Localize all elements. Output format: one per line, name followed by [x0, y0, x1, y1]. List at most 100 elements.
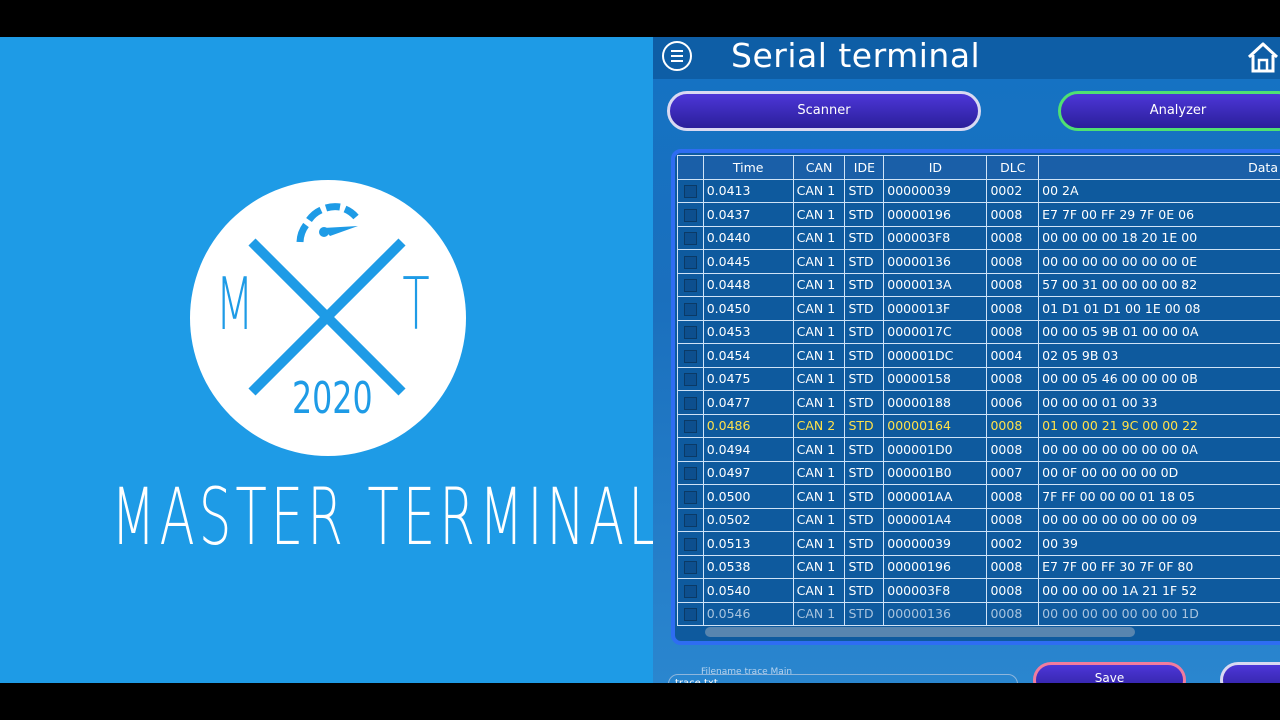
col-header-id[interactable]: ID	[883, 155, 988, 180]
row-select-cell	[677, 578, 704, 603]
save-button[interactable]: Save	[1033, 662, 1186, 683]
cell-time: 0.0486	[702, 413, 794, 438]
row-checkbox[interactable]	[683, 185, 697, 199]
row-checkbox[interactable]	[683, 302, 697, 316]
cell-dlc: 0008	[986, 554, 1040, 579]
row-checkbox[interactable]	[683, 279, 697, 293]
row-checkbox[interactable]	[683, 443, 697, 457]
row-checkbox[interactable]	[683, 326, 697, 340]
table-row[interactable]: 0.0513 CAN 1 STD 00000039 0002 00 39	[677, 531, 1280, 556]
logo-year: 2020	[292, 373, 373, 424]
horizontal-scrollbar[interactable]	[705, 627, 1135, 637]
cell-time: 0.0448	[702, 272, 794, 297]
table-row[interactable]: 0.0440 CAN 1 STD 000003F8 0008 00 00 00 00 18…	[677, 225, 1280, 250]
table-row[interactable]: 0.0500 CAN 1 STD 000001AA 0008 7F FF 00 00 00…	[677, 484, 1280, 509]
table-row[interactable]: 0.0453 CAN 1 STD 0000017C 0008 00 00 05 9B 01…	[677, 319, 1280, 344]
row-checkbox[interactable]	[683, 537, 697, 551]
cell-time: 0.0437	[702, 202, 794, 227]
table-row[interactable]: 0.0494 CAN 1 STD 000001D0 0008 00 00 00 00 00…	[677, 437, 1280, 462]
cell-can: CAN 1	[792, 507, 846, 532]
row-checkbox[interactable]	[683, 396, 697, 410]
row-checkbox[interactable]	[683, 373, 697, 387]
can-trace-table[interactable]: Time CAN IDE ID DLC Data 0.0413 CAN 1 STD 0…	[671, 149, 1280, 645]
cell-data: 00 00 05 9B 01 00 00 0A	[1038, 319, 1280, 344]
cell-time: 0.0538	[702, 554, 794, 579]
col-header-ide[interactable]: IDE	[844, 155, 885, 180]
table-row[interactable]: 0.0454 CAN 1 STD 000001DC 0004 02 05 9B 03	[677, 343, 1280, 368]
cell-can: CAN 1	[792, 531, 846, 556]
cell-time: 0.0494	[702, 437, 794, 462]
table-row[interactable]: 0.0538 CAN 1 STD 00000196 0008 E7 7F 00 FF 30…	[677, 554, 1280, 579]
cell-can: CAN 1	[792, 578, 846, 603]
cell-id: 0000013F	[883, 296, 988, 321]
table-row[interactable]: 0.0450 CAN 1 STD 0000013F 0008 01 D1 01 D1 00…	[677, 296, 1280, 321]
title-bar: Serial terminal	[653, 37, 1280, 79]
table-row[interactable]: 0.0502 CAN 1 STD 000001A4 0008 00 00 00 00 00…	[677, 507, 1280, 532]
cell-dlc: 0008	[986, 296, 1040, 321]
cell-id: 000001AA	[883, 484, 988, 509]
cell-ide: STD	[844, 460, 885, 485]
table-row[interactable]: 0.0475 CAN 1 STD 00000158 0008 00 00 05 46 00…	[677, 366, 1280, 391]
row-checkbox[interactable]	[683, 232, 697, 246]
scanner-button[interactable]: Scanner	[667, 91, 981, 131]
row-checkbox[interactable]	[683, 514, 697, 528]
cell-data: 00 0F 00 00 00 00 0D	[1038, 460, 1280, 485]
col-header-time[interactable]: Time	[702, 155, 794, 180]
row-select-cell	[677, 202, 704, 227]
filename-input[interactable]: trace.txt	[668, 674, 1018, 683]
cell-can: CAN 1	[792, 390, 846, 415]
table-row[interactable]: 0.0486 CAN 2 STD 00000164 0008 01 00 00 21 9C…	[677, 413, 1280, 438]
col-header-data[interactable]: Data	[1038, 155, 1280, 180]
trace-table: Time CAN IDE ID DLC Data 0.0413 CAN 1 STD 0…	[677, 155, 1280, 626]
col-header-dlc[interactable]: DLC	[986, 155, 1040, 180]
cell-ide: STD	[844, 554, 885, 579]
row-checkbox[interactable]	[683, 490, 697, 504]
row-checkbox[interactable]	[683, 584, 697, 598]
cell-data: 00 00 00 00 18 20 1E 00	[1038, 225, 1280, 250]
row-select-cell	[677, 366, 704, 391]
home-icon[interactable]	[1245, 39, 1280, 75]
hamburger-circle-icon[interactable]	[662, 41, 692, 71]
row-select-cell	[677, 249, 704, 274]
row-checkbox[interactable]	[683, 420, 697, 434]
table-row[interactable]: 0.0477 CAN 1 STD 00000188 0006 00 00 00 01 00…	[677, 390, 1280, 415]
row-select-cell	[677, 225, 704, 250]
cell-id: 000001A4	[883, 507, 988, 532]
row-checkbox[interactable]	[683, 467, 697, 481]
logo-letter-t: T	[402, 262, 430, 346]
cell-can: CAN 1	[792, 272, 846, 297]
row-checkbox[interactable]	[683, 208, 697, 222]
letterbox-bottom	[0, 683, 1280, 720]
table-row[interactable]: 0.0437 CAN 1 STD 00000196 0008 E7 7F 00 FF 29…	[677, 202, 1280, 227]
secondary-action-button[interactable]	[1220, 662, 1280, 683]
table-row[interactable]: 0.0540 CAN 1 STD 000003F8 0008 00 00 00 00 1A…	[677, 578, 1280, 603]
table-row[interactable]: 0.0413 CAN 1 STD 00000039 0002 00 2A	[677, 178, 1280, 203]
cell-ide: STD	[844, 225, 885, 250]
cell-dlc: 0002	[986, 178, 1040, 203]
row-checkbox[interactable]	[683, 561, 697, 575]
analyzer-button[interactable]: Analyzer	[1058, 91, 1280, 131]
cell-time: 0.0497	[702, 460, 794, 485]
row-checkbox[interactable]	[683, 608, 697, 622]
cell-time: 0.0513	[702, 531, 794, 556]
row-select-cell	[677, 554, 704, 579]
cell-ide: STD	[844, 296, 885, 321]
cell-id: 00000158	[883, 366, 988, 391]
cell-can: CAN 1	[792, 178, 846, 203]
cell-can: CAN 1	[792, 296, 846, 321]
cell-data: 02 05 9B 03	[1038, 343, 1280, 368]
table-row[interactable]: 0.0497 CAN 1 STD 000001B0 0007 00 0F 00 00 00…	[677, 460, 1280, 485]
table-row[interactable]: 0.0445 CAN 1 STD 00000136 0008 00 00 00 00 00…	[677, 249, 1280, 274]
cell-data: E7 7F 00 FF 30 7F 0F 80	[1038, 554, 1280, 579]
cell-time: 0.0450	[702, 296, 794, 321]
row-checkbox[interactable]	[683, 349, 697, 363]
cell-ide: STD	[844, 601, 885, 626]
cell-ide: STD	[844, 390, 885, 415]
table-row[interactable]: 0.0448 CAN 1 STD 0000013A 0008 57 00 31 00 00…	[677, 272, 1280, 297]
table-row[interactable]: 0.0546 CAN 1 STD 00000136 0008 00 00 00 00 00…	[677, 601, 1280, 626]
col-header-can[interactable]: CAN	[792, 155, 846, 180]
cell-dlc: 0008	[986, 413, 1040, 438]
row-select-cell	[677, 484, 704, 509]
row-checkbox[interactable]	[683, 255, 697, 269]
row-select-cell	[677, 178, 704, 203]
